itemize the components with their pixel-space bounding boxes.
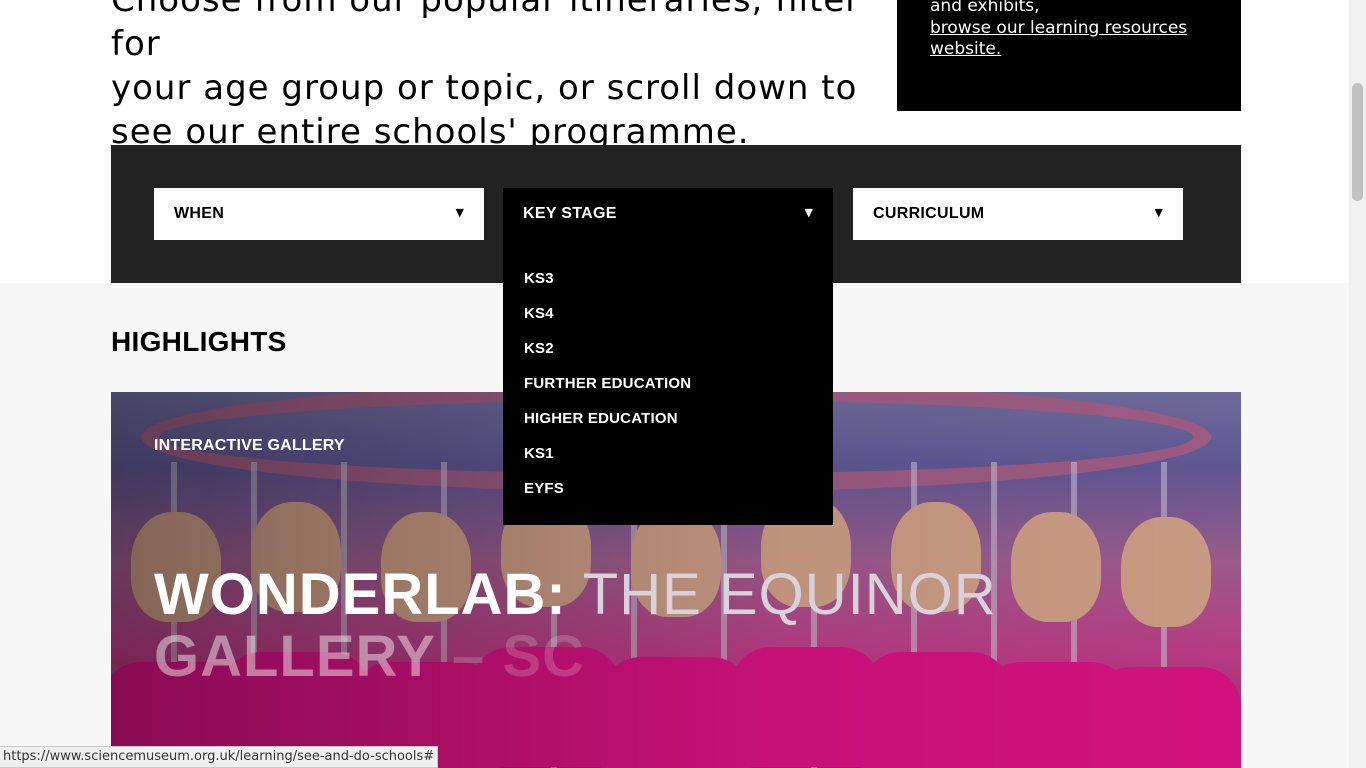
card-title-part: WONDERLAB:: [154, 562, 567, 627]
chevron-down-icon: ▼: [804, 206, 813, 219]
curriculum-filter-label: CURRICULUM: [873, 205, 985, 222]
key-stage-option[interactable]: KS1: [524, 445, 554, 462]
key-stage-option[interactable]: FURTHER EDUCATION: [524, 375, 691, 392]
card-title-part: GALLERY: [154, 624, 435, 689]
resources-text: and exhibits,: [930, 0, 1040, 16]
key-stage-filter[interactable]: KEY STAGE ▼: [503, 188, 833, 240]
learning-resources-box: and exhibits, browse our learning resour…: [897, 0, 1241, 111]
chevron-down-icon: ▼: [1154, 206, 1163, 219]
intro-text: Choose from our popular itineraries, fil…: [111, 0, 871, 154]
key-stage-option[interactable]: HIGHER EDUCATION: [524, 410, 678, 427]
key-stage-dropdown-menu: KS3 KS4 KS2 FURTHER EDUCATION HIGHER EDU…: [503, 240, 833, 525]
learning-resources-link[interactable]: browse our learning resources website.: [930, 18, 1200, 60]
key-stage-option[interactable]: KS3: [524, 270, 554, 287]
curriculum-filter[interactable]: CURRICULUM ▼: [853, 188, 1183, 240]
card-title-part: – SC: [434, 624, 585, 689]
card-title[interactable]: WONDERLAB: THE EQUINOR GALLERY – SC: [154, 564, 1054, 688]
key-stage-option[interactable]: KS4: [524, 305, 554, 322]
card-category: INTERACTIVE GALLERY: [154, 437, 345, 454]
when-filter[interactable]: WHEN ▼: [154, 188, 484, 240]
when-filter-label: WHEN: [174, 205, 225, 222]
key-stage-filter-label: KEY STAGE: [523, 205, 617, 222]
intro-line-1: your age group or topic, or scroll down …: [111, 68, 858, 108]
key-stage-option[interactable]: EYFS: [524, 480, 564, 497]
card-title-part: THE EQUINOR: [566, 562, 997, 627]
highlights-title: HIGHLIGHTS: [111, 326, 287, 357]
intro-line-0: Choose from our popular itineraries, fil…: [111, 0, 861, 64]
status-bar-url: https://www.sciencemuseum.org.uk/learnin…: [0, 746, 439, 768]
key-stage-option[interactable]: KS2: [524, 340, 554, 357]
scrollbar-thumb[interactable]: [1352, 83, 1363, 201]
chevron-down-icon: ▼: [455, 206, 464, 219]
page-scrollbar[interactable]: [1349, 0, 1366, 768]
